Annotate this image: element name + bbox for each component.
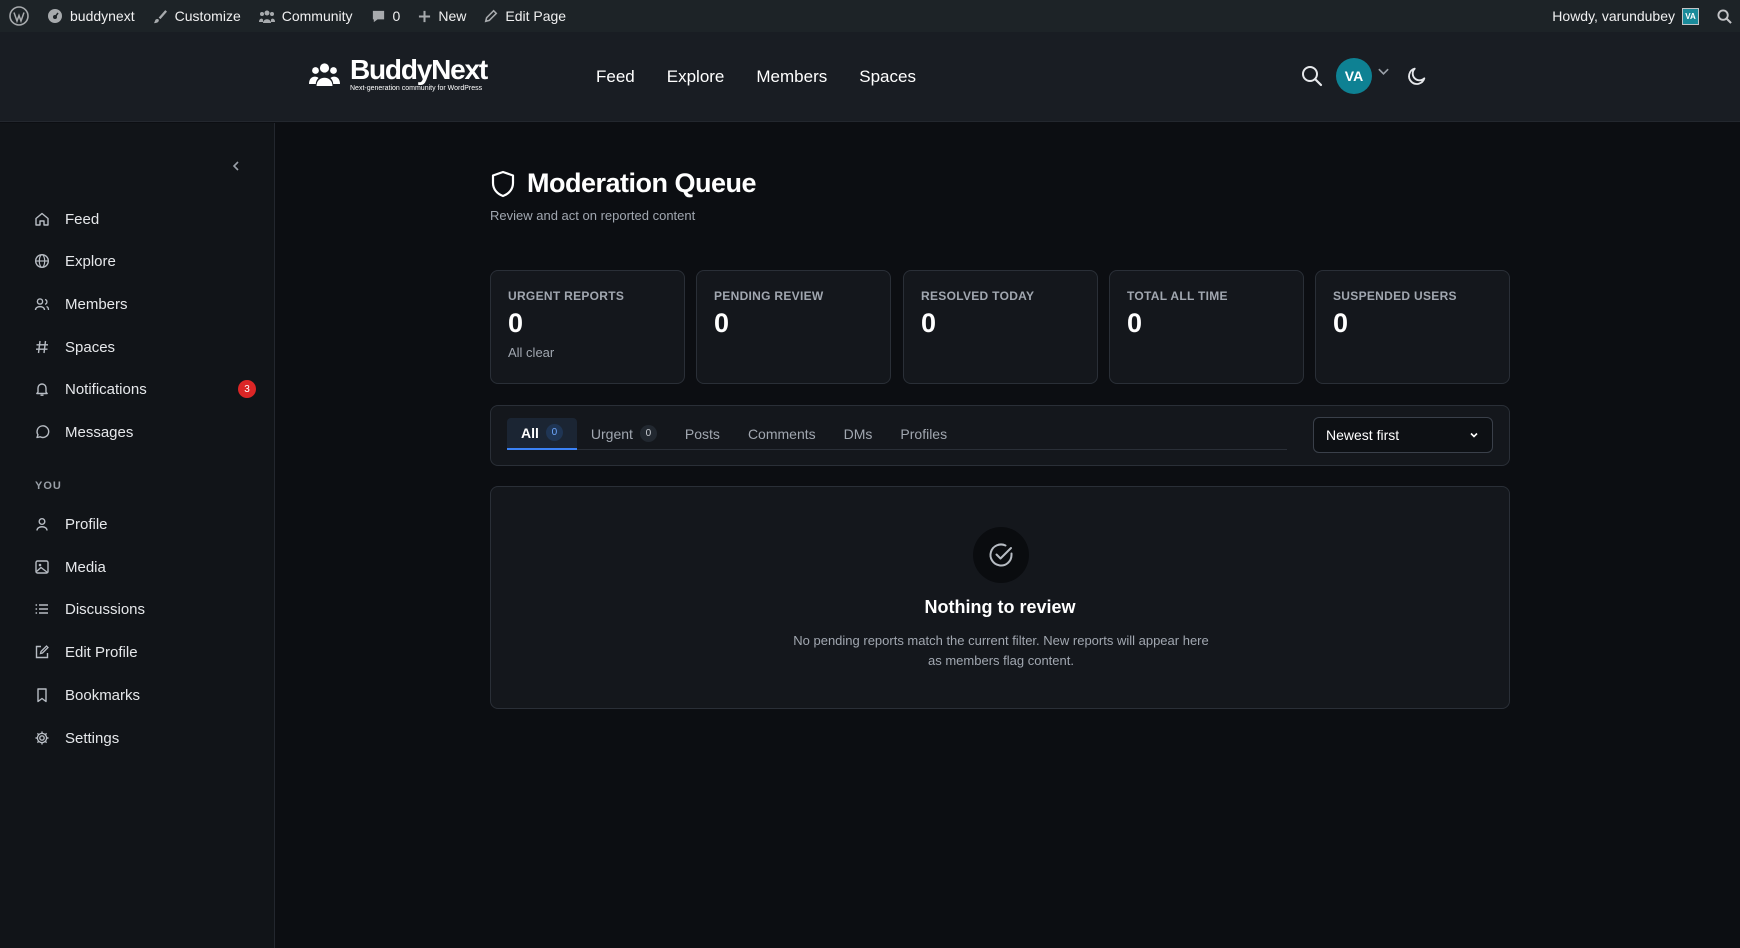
edit-page-link[interactable]: Edit Page xyxy=(475,0,575,32)
stat-card-total-all-time: TOTAL ALL TIME 0 xyxy=(1109,270,1304,384)
community-link[interactable]: Community xyxy=(250,0,362,32)
empty-state-text: No pending reports match the current fil… xyxy=(793,633,1209,668)
stat-card-resolved-today: RESOLVED TODAY 0 xyxy=(903,270,1098,384)
plus-icon xyxy=(419,10,431,22)
header-tools: VA xyxy=(1300,58,1428,94)
sidebar-item-bookmarks[interactable]: Bookmarks xyxy=(34,683,256,707)
community-icon xyxy=(258,10,275,23)
tab-urgent[interactable]: Urgent 0 xyxy=(577,418,671,450)
bell-icon xyxy=(34,381,50,397)
notifications-badge: 3 xyxy=(238,380,256,398)
site-logo[interactable]: BuddyNext Next-generation community for … xyxy=(309,54,488,92)
customize-link[interactable]: Customize xyxy=(144,0,250,32)
shield-icon xyxy=(491,170,515,197)
chevron-down-icon xyxy=(1468,429,1480,441)
my-account-link[interactable]: Howdy, varundubey VA xyxy=(1543,0,1708,32)
chevron-left-icon xyxy=(232,161,239,171)
sidebar-collapse-button[interactable] xyxy=(230,159,242,177)
admin-bar-avatar: VA xyxy=(1682,7,1699,25)
topnav-feed[interactable]: Feed xyxy=(596,67,635,87)
topnav-spaces[interactable]: Spaces xyxy=(859,67,916,87)
filter-tabs: All 0 Urgent 0 Posts Comments DMs Profil… xyxy=(507,417,1287,450)
search-icon xyxy=(1717,8,1732,24)
wordpress-logo-button[interactable] xyxy=(0,0,38,32)
topnav-members[interactable]: Members xyxy=(756,67,827,87)
stat-card-urgent-reports: URGENT REPORTS 0 All clear xyxy=(490,270,685,384)
user-icon xyxy=(34,516,50,532)
hash-icon xyxy=(34,339,50,355)
site-header: BuddyNext Next-generation community for … xyxy=(0,32,1740,122)
user-menu-toggle[interactable] xyxy=(1377,65,1390,78)
site-name-link[interactable]: buddynext xyxy=(38,0,144,32)
sidebar-item-media[interactable]: Media xyxy=(34,555,256,579)
sidebar-section-you: YOU xyxy=(35,480,62,492)
empty-state-card: Nothing to review No pending reports mat… xyxy=(490,486,1510,709)
check-circle-icon xyxy=(973,527,1029,583)
sidebar-item-edit-profile[interactable]: Edit Profile xyxy=(34,640,256,664)
sidebar-item-discussions[interactable]: Discussions xyxy=(34,597,256,621)
moon-icon xyxy=(1408,67,1426,85)
brush-icon xyxy=(153,9,167,23)
logo-title: BuddyNext xyxy=(350,54,488,85)
people-logo-icon xyxy=(309,63,340,86)
header-search-button[interactable] xyxy=(1300,64,1324,88)
howdy-text: Howdy, varundubey xyxy=(1552,8,1675,24)
topnav-explore[interactable]: Explore xyxy=(667,67,725,87)
users-icon xyxy=(34,296,50,312)
image-icon xyxy=(34,559,50,575)
sort-select[interactable]: Newest first xyxy=(1313,417,1493,453)
sidebar-item-members[interactable]: Members xyxy=(34,292,256,316)
logo-subtitle: Next-generation community for WordPress xyxy=(350,85,483,92)
sidebar-item-spaces[interactable]: Spaces xyxy=(34,335,256,359)
sort-selected-value: Newest first xyxy=(1326,427,1400,443)
tab-comments[interactable]: Comments xyxy=(734,418,830,450)
user-avatar[interactable]: VA xyxy=(1336,58,1372,94)
wp-admin-bar: buddynext Customize Community 0 New Edit… xyxy=(0,0,1740,32)
sidebar-item-messages[interactable]: Messages xyxy=(34,420,256,444)
page-subtitle: Review and act on reported content xyxy=(490,208,696,223)
tab-all[interactable]: All 0 xyxy=(507,417,577,450)
sidebar-item-settings[interactable]: Settings xyxy=(34,726,256,750)
edit-icon xyxy=(34,644,50,660)
page-title: Moderation Queue xyxy=(527,168,757,198)
admin-search-button[interactable] xyxy=(1708,0,1740,32)
tab-profiles[interactable]: Profiles xyxy=(886,418,961,450)
chat-icon xyxy=(34,424,50,440)
home-icon xyxy=(34,211,50,227)
tab-dms[interactable]: DMs xyxy=(830,418,887,450)
tab-count: 0 xyxy=(639,425,657,442)
dashboard-icon xyxy=(48,9,62,23)
tab-count: 0 xyxy=(545,424,563,441)
stat-card-suspended-users: SUSPENDED USERS 0 xyxy=(1315,270,1510,384)
empty-state-title: Nothing to review xyxy=(924,597,1076,617)
top-navigation: Feed Explore Members Spaces xyxy=(596,32,916,122)
stat-card-pending-review: PENDING REVIEW 0 xyxy=(696,270,891,384)
site-name: buddynext xyxy=(70,8,135,24)
sidebar-item-notifications[interactable]: Notifications 3 xyxy=(34,377,256,401)
page-title-row: Moderation Queue xyxy=(490,168,757,199)
left-sidebar: Feed Explore Members Spaces Notification… xyxy=(0,123,275,948)
wordpress-icon xyxy=(9,6,29,26)
sidebar-item-feed[interactable]: Feed xyxy=(34,207,256,231)
tab-posts[interactable]: Posts xyxy=(671,418,734,450)
chevron-down-icon xyxy=(1378,68,1389,75)
new-content-link[interactable]: New xyxy=(409,0,475,32)
gear-icon xyxy=(34,730,50,746)
comment-icon xyxy=(372,10,384,22)
filter-bar: All 0 Urgent 0 Posts Comments DMs Profil… xyxy=(490,405,1510,466)
pencil-icon xyxy=(485,9,498,23)
sidebar-item-explore[interactable]: Explore xyxy=(34,249,256,273)
list-icon xyxy=(34,601,50,617)
dark-mode-toggle[interactable] xyxy=(1406,65,1428,87)
search-icon xyxy=(1302,66,1323,87)
sidebar-item-profile[interactable]: Profile xyxy=(34,512,256,536)
comments-link[interactable]: 0 xyxy=(362,0,410,32)
globe-icon xyxy=(34,253,50,269)
bookmark-icon xyxy=(34,687,50,703)
